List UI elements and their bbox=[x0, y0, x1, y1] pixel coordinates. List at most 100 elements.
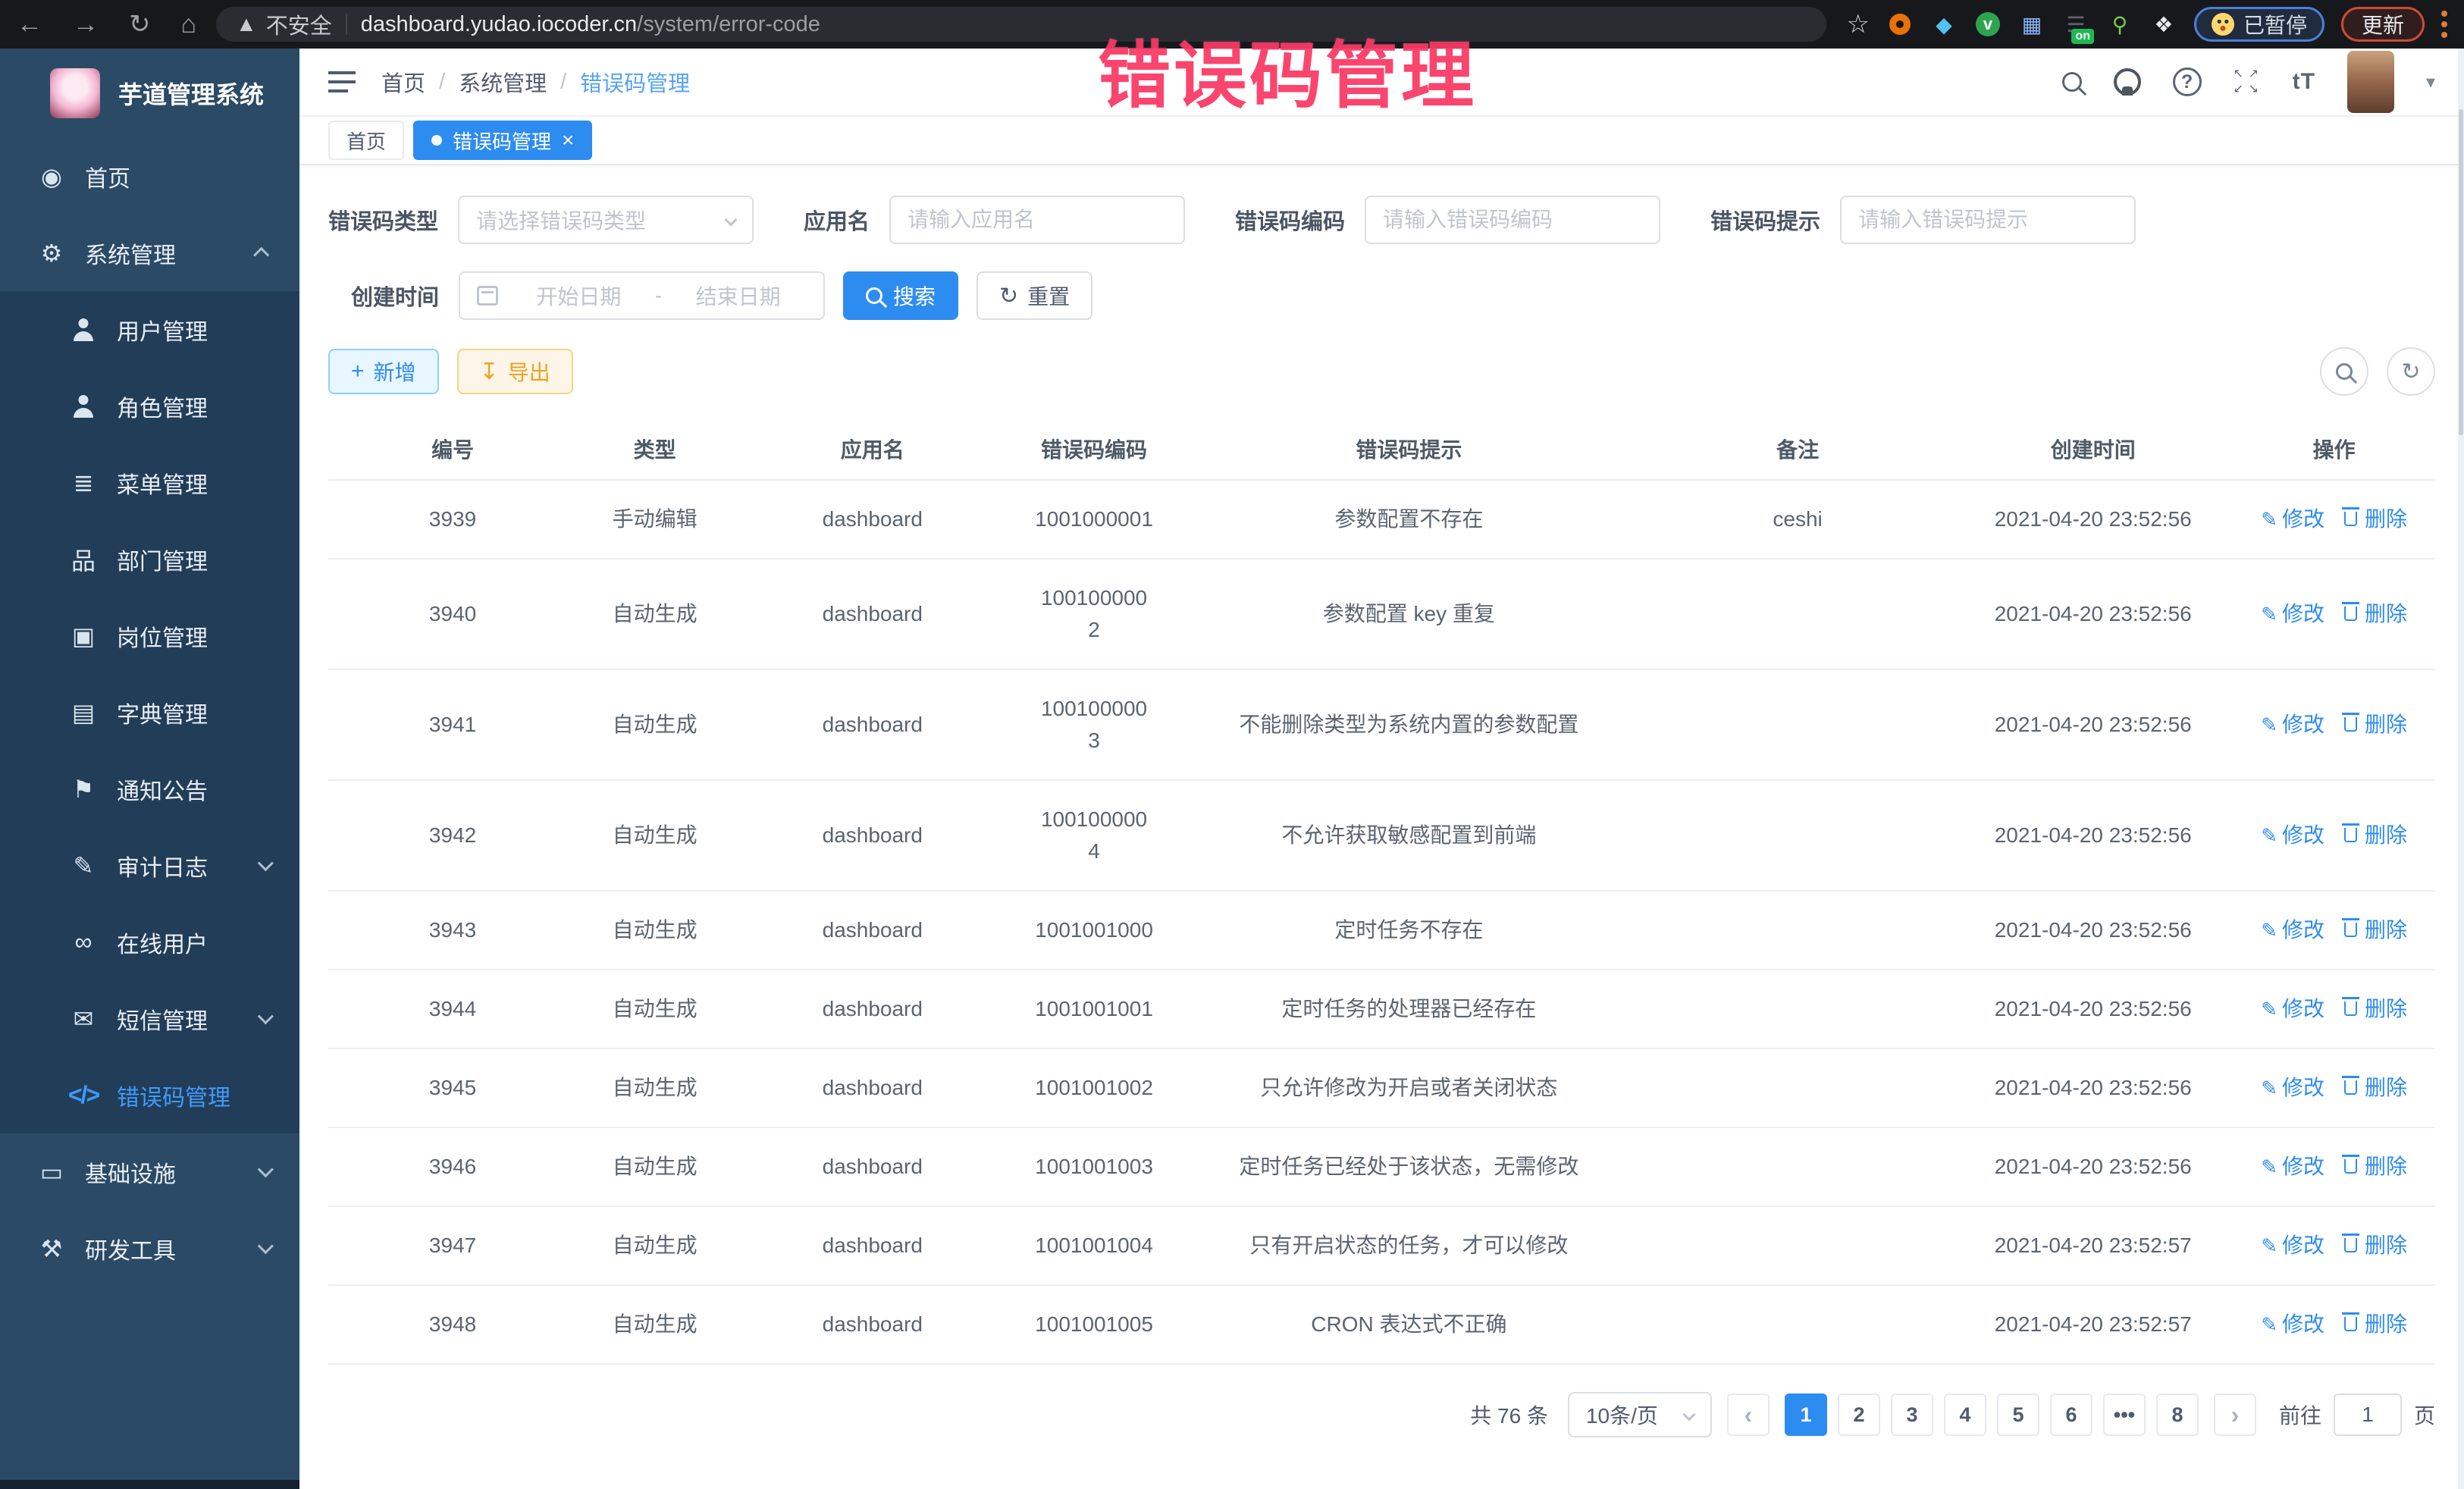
delete-link[interactable]: 删除 bbox=[2344, 918, 2407, 942]
extension-icon-green-check[interactable]: v bbox=[1974, 11, 2002, 38]
cell-msg: 不能删除类型为系统内置的参数配置 bbox=[1176, 669, 1642, 780]
edit-link[interactable]: ✎修改 bbox=[2261, 507, 2324, 531]
sidebar-item-角色管理[interactable]: 角色管理 bbox=[0, 368, 299, 444]
edit-link[interactable]: ✎修改 bbox=[2261, 823, 2324, 847]
profile-paused-pill[interactable]: 已暂停 bbox=[2194, 7, 2324, 42]
edit-link[interactable]: ✎修改 bbox=[2261, 1076, 2324, 1099]
search-icon[interactable] bbox=[2062, 72, 2082, 92]
forward-icon[interactable]: → bbox=[73, 10, 99, 39]
chevron-down-icon[interactable]: ▾ bbox=[2426, 71, 2435, 93]
page-button-8[interactable]: 8 bbox=[2156, 1393, 2199, 1436]
prev-page-button[interactable]: ‹ bbox=[1727, 1393, 1770, 1436]
page-button-2[interactable]: 2 bbox=[1838, 1393, 1880, 1436]
user-avatar[interactable] bbox=[2347, 51, 2394, 113]
font-size-icon[interactable]: tT bbox=[2293, 69, 2315, 95]
reset-button[interactable]: ↻ 重置 bbox=[977, 271, 1092, 320]
edit-link[interactable]: ✎修改 bbox=[2261, 1312, 2324, 1336]
sidebar-item-首页[interactable]: ◉首页 bbox=[0, 138, 299, 215]
cell-code: 1001001001 bbox=[1012, 970, 1175, 1049]
extension-icon-gem[interactable]: ◆ bbox=[1930, 11, 1958, 38]
edit-link[interactable]: ✎修改 bbox=[2261, 997, 2324, 1020]
page-button-6[interactable]: 6 bbox=[2050, 1393, 2093, 1436]
extensions-puzzle-icon[interactable]: ❖ bbox=[2150, 11, 2177, 38]
chrome-update-button[interactable]: 更新 bbox=[2341, 7, 2425, 42]
delete-link[interactable]: 删除 bbox=[2344, 1234, 2407, 1257]
cell-actions: ✎修改删除 bbox=[2233, 1285, 2435, 1364]
bookmark-star-icon[interactable]: ☆ bbox=[1846, 9, 1869, 39]
sidebar-item-菜单管理[interactable]: ≣菜单管理 bbox=[0, 444, 299, 521]
delete-link[interactable]: 删除 bbox=[2344, 997, 2407, 1020]
table-row: 3948自动生成dashboard1001001005CRON 表达式不正确20… bbox=[328, 1285, 2435, 1364]
date-range-picker[interactable]: 开始日期 - 结束日期 bbox=[459, 271, 825, 320]
page-ellipsis-button[interactable]: ••• bbox=[2103, 1393, 2146, 1436]
edit-link[interactable]: ✎修改 bbox=[2261, 602, 2324, 625]
goto-page-input[interactable] bbox=[2334, 1393, 2402, 1436]
scrollbar-thumb[interactable] bbox=[2459, 109, 2463, 435]
sidebar-item-岗位管理[interactable]: ▣岗位管理 bbox=[0, 597, 299, 674]
edit-link[interactable]: ✎修改 bbox=[2261, 1155, 2324, 1178]
error-code-input[interactable] bbox=[1383, 208, 1642, 232]
breadcrumb-item[interactable]: 首页 bbox=[381, 66, 425, 98]
sidebar-item-label: 首页 bbox=[85, 160, 130, 193]
tab-错误码管理[interactable]: 错误码管理× bbox=[413, 121, 592, 160]
error-type-select[interactable]: 请选择错误码类型 bbox=[458, 196, 754, 244]
app-name-input[interactable] bbox=[908, 208, 1167, 232]
delete-link[interactable]: 删除 bbox=[2344, 1155, 2407, 1178]
toggle-search-button[interactable] bbox=[2320, 347, 2368, 396]
page-button-3[interactable]: 3 bbox=[1891, 1393, 1933, 1436]
page-size-select[interactable]: 10条/页 bbox=[1568, 1392, 1712, 1437]
extension-icon-bars[interactable]: ☰on bbox=[2062, 11, 2089, 38]
next-page-button[interactable]: › bbox=[2214, 1393, 2256, 1436]
sidebar-item-短信管理[interactable]: ✉短信管理 bbox=[0, 980, 299, 1057]
sidebar-item-字典管理[interactable]: ▤字典管理 bbox=[0, 674, 299, 751]
edit-link[interactable]: ✎修改 bbox=[2261, 918, 2324, 942]
cell-time: 2021-04-20 23:52:56 bbox=[1953, 480, 2233, 559]
sidebar-item-在线用户[interactable]: ∞在线用户 bbox=[0, 904, 299, 980]
scrollbar[interactable] bbox=[2458, 49, 2464, 1489]
back-icon[interactable]: ← bbox=[17, 10, 42, 39]
search-button[interactable]: 搜索 bbox=[843, 271, 958, 320]
delete-link[interactable]: 删除 bbox=[2344, 1076, 2407, 1099]
delete-link[interactable]: 删除 bbox=[2344, 1312, 2407, 1336]
sidebar-item-用户管理[interactable]: 用户管理 bbox=[0, 291, 299, 368]
cell-remark bbox=[1642, 1206, 1953, 1285]
breadcrumb-item[interactable]: 系统管理 bbox=[459, 66, 547, 98]
sidebar-item-研发工具[interactable]: ⚒研发工具 bbox=[0, 1210, 299, 1287]
error-msg-input[interactable] bbox=[1858, 208, 2118, 232]
sidebar-item-部门管理[interactable]: 品部门管理 bbox=[0, 521, 299, 597]
page-button-5[interactable]: 5 bbox=[1997, 1393, 2039, 1436]
page-content: 错误码类型 请选择错误码类型 应用名 错误码编码 错误码提示 bbox=[299, 165, 2464, 1437]
breadcrumb-item[interactable]: 错误码管理 bbox=[580, 66, 690, 98]
add-button[interactable]: + 新增 bbox=[328, 349, 439, 394]
collapse-sidebar-icon[interactable] bbox=[328, 80, 356, 83]
delete-link[interactable]: 删除 bbox=[2344, 823, 2407, 847]
reload-icon[interactable]: ↻ bbox=[129, 9, 151, 39]
page-button-4[interactable]: 4 bbox=[1944, 1393, 1986, 1436]
edit-link[interactable]: ✎修改 bbox=[2261, 713, 2324, 736]
cell-remark bbox=[1642, 559, 1953, 669]
sidebar-item-审计日志[interactable]: ✎审计日志 bbox=[0, 827, 299, 904]
address-bar[interactable]: ▲ 不安全 dashboard.yudao.iocoder.cn /system… bbox=[216, 7, 1826, 42]
tab-首页[interactable]: 首页 bbox=[328, 121, 404, 160]
extension-icon-orange[interactable] bbox=[1886, 11, 1914, 38]
extension-icon-key[interactable]: ⚲ bbox=[2106, 11, 2133, 38]
delete-link[interactable]: 删除 bbox=[2344, 713, 2407, 736]
delete-link[interactable]: 删除 bbox=[2344, 602, 2407, 625]
home-icon[interactable]: ⌂ bbox=[181, 10, 197, 39]
sidebar-item-错误码管理[interactable]: </>错误码管理 bbox=[0, 1057, 299, 1133]
app-logo-row[interactable]: 芋道管理系统 bbox=[0, 49, 299, 138]
sidebar-item-通知公告[interactable]: ⚑通知公告 bbox=[0, 751, 299, 827]
fullscreen-icon[interactable]: ↖↗↙↘ bbox=[2234, 68, 2261, 96]
sidebar-item-基础设施[interactable]: ▭基础设施 bbox=[0, 1133, 299, 1210]
sidebar-item-系统管理[interactable]: ⚙系统管理 bbox=[0, 215, 299, 291]
close-tab-icon[interactable]: × bbox=[562, 128, 574, 152]
page-button-1[interactable]: 1 bbox=[1785, 1393, 1827, 1436]
delete-link[interactable]: 删除 bbox=[2344, 507, 2407, 531]
extension-icon-grid[interactable]: ▦ bbox=[2018, 11, 2045, 38]
edit-link[interactable]: ✎修改 bbox=[2261, 1234, 2324, 1257]
github-icon[interactable] bbox=[2114, 68, 2141, 96]
help-icon[interactable]: ? bbox=[2173, 67, 2202, 96]
refresh-table-button[interactable]: ↻ bbox=[2387, 347, 2435, 396]
chrome-menu-icon[interactable] bbox=[2441, 11, 2447, 38]
export-button[interactable]: ↧ 导出 bbox=[457, 349, 573, 394]
